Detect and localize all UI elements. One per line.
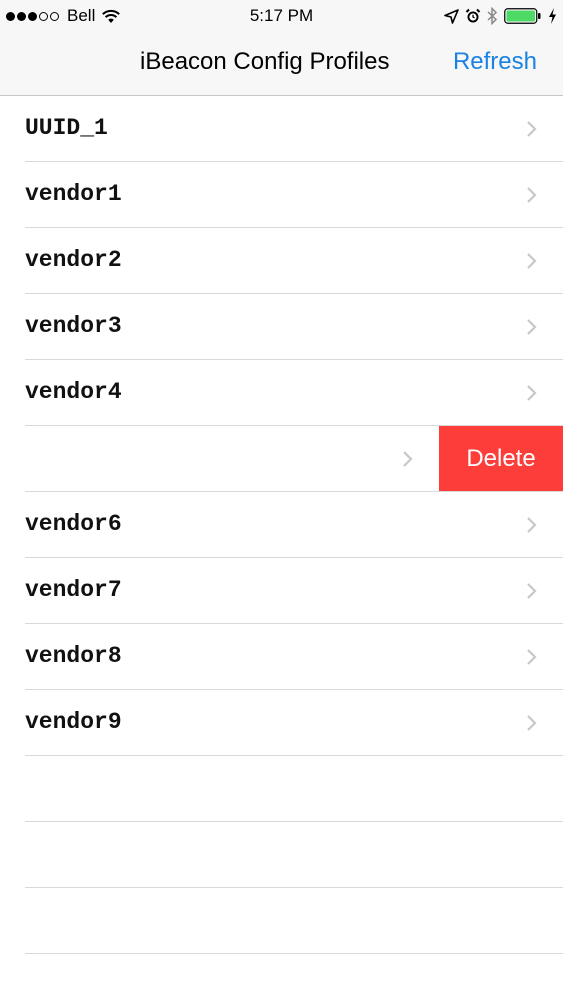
profile-list: UUID_1 vendor1 vendor2 vendor3 vendor4 D…	[0, 96, 563, 954]
row-separator	[25, 953, 563, 954]
chevron-right-icon	[527, 319, 537, 335]
navigation-bar: iBeacon Config Profiles Refresh	[0, 32, 563, 96]
empty-row	[0, 888, 563, 954]
bluetooth-icon	[487, 7, 498, 25]
delete-button[interactable]: Delete	[439, 426, 563, 492]
list-item-label: vendor9	[25, 709, 122, 735]
list-item[interactable]: vendor1	[0, 162, 563, 228]
alarm-clock-icon	[465, 8, 481, 23]
chevron-right-icon	[527, 517, 537, 533]
status-right	[438, 6, 557, 26]
list-item[interactable]: vendor3	[0, 294, 563, 360]
chevron-right-icon	[527, 253, 537, 269]
chevron-right-icon	[527, 121, 537, 137]
battery-icon	[504, 8, 541, 24]
chevron-right-icon	[527, 715, 537, 731]
location-arrow-icon	[444, 8, 459, 24]
list-item-swiped[interactable]: vendor5 Delete	[0, 426, 563, 492]
screen: Bell 5:17 PM iBeacon Config Profiles Ref…	[0, 0, 563, 1000]
chevron-right-icon	[527, 583, 537, 599]
list-item-label: vendor8	[25, 643, 122, 669]
list-item[interactable]: vendor8	[0, 624, 563, 690]
list-item[interactable]: vendor7	[0, 558, 563, 624]
list-item-label: vendor3	[25, 313, 122, 339]
list-item[interactable]: vendor9	[0, 690, 563, 756]
page-title: iBeacon Config Profiles	[140, 48, 390, 75]
list-item-label: vendor4	[25, 379, 122, 405]
chevron-right-icon	[403, 451, 413, 467]
list-item-label: vendor2	[25, 247, 122, 273]
empty-row	[0, 822, 563, 888]
list-item[interactable]: UUID_1	[0, 96, 563, 162]
list-item-label: vendor6	[25, 511, 122, 537]
chevron-right-icon	[527, 649, 537, 665]
refresh-button[interactable]: Refresh	[453, 48, 537, 76]
chevron-right-icon	[527, 187, 537, 203]
list-item[interactable]: vendor4	[0, 360, 563, 426]
charging-bolt-icon	[549, 8, 556, 24]
list-item-label: vendor7	[25, 577, 122, 603]
empty-row	[0, 756, 563, 822]
list-item[interactable]: vendor2	[0, 228, 563, 294]
list-item-label: UUID_1	[25, 115, 108, 141]
swiped-row-content[interactable]: vendor5	[0, 426, 439, 492]
list-item[interactable]: vendor6	[0, 492, 563, 558]
list-item-label: vendor1	[25, 181, 122, 207]
status-bar: Bell 5:17 PM	[0, 0, 563, 32]
chevron-right-icon	[527, 385, 537, 401]
